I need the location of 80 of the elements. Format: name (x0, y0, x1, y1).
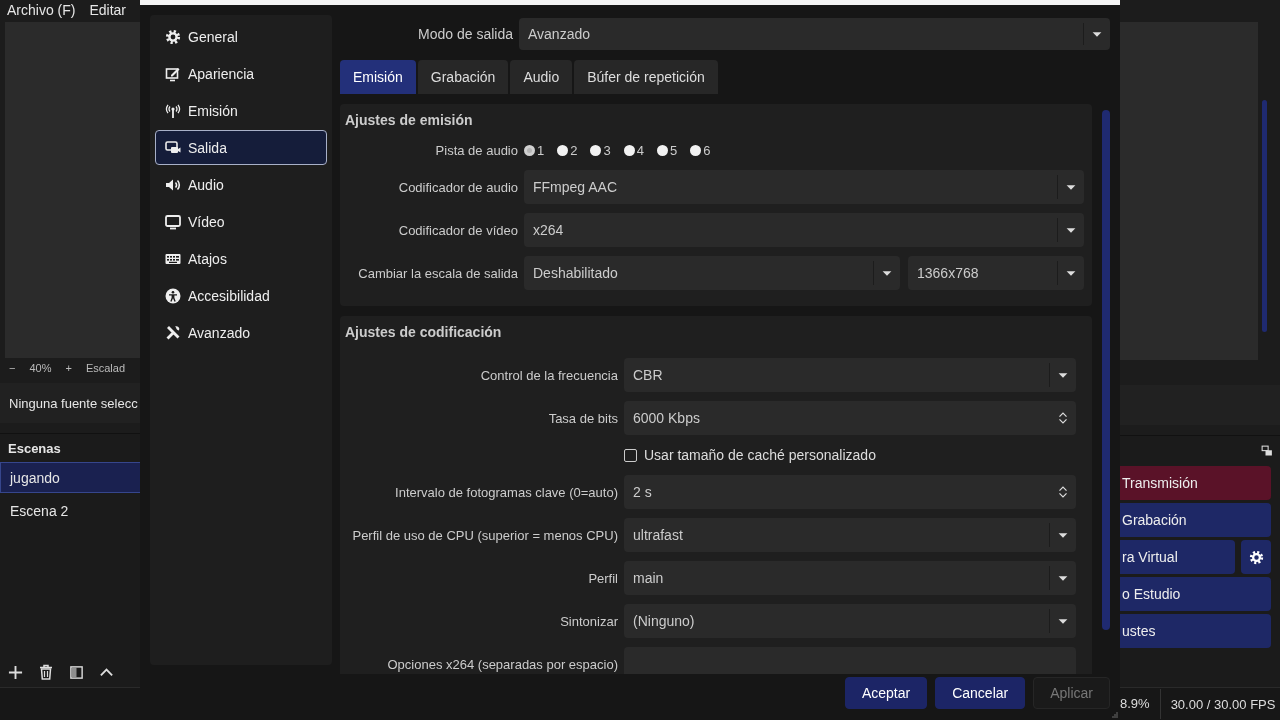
dropdown[interactable]: ultrafast (624, 518, 1076, 552)
dropdown[interactable]: CBR (624, 358, 1076, 392)
add-icon[interactable] (8, 664, 23, 680)
group-title: Ajustes de codificación (345, 323, 503, 342)
antenna-icon (165, 102, 181, 119)
radio-button[interactable]: 3 (590, 142, 611, 158)
radio-button[interactable]: 4 (623, 142, 644, 158)
sidebar-item[interactable]: Salida (155, 130, 327, 165)
trash-icon[interactable] (38, 664, 54, 680)
resize-grip-icon[interactable] (1110, 710, 1118, 718)
radio-button[interactable]: 2 (557, 142, 578, 158)
monitor-pen-icon (165, 65, 181, 82)
scene-item[interactable]: jugando (0, 462, 140, 493)
zoom-level: 40% (29, 362, 52, 374)
field-label: Sintonizar (559, 613, 619, 629)
cpu-usage: 8.9% (1120, 689, 1161, 719)
field-label: Cambiar la escala de salida (357, 265, 519, 281)
spin-box[interactable]: 6000 Kbps (624, 401, 1076, 435)
control-button[interactable]: Grabación (1120, 503, 1271, 537)
accessibility-icon (165, 287, 181, 304)
radio-button[interactable]: 1 (524, 142, 545, 158)
video-camera-icon (165, 139, 181, 156)
field-label: Modo de salida (417, 26, 514, 42)
sidebar-item[interactable]: Vídeo (155, 204, 327, 239)
filter-icon[interactable] (69, 664, 84, 680)
control-button[interactable]: Transmisión (1120, 466, 1271, 500)
dropdown[interactable]: 1366x768 (908, 256, 1084, 290)
checkbox[interactable]: Usar tamaño de caché personalizado (624, 447, 876, 463)
dialog-button[interactable]: Cancelar (935, 677, 1026, 709)
panel-title: Escenas (7, 440, 62, 458)
tab[interactable]: Búfer de repetición (574, 60, 718, 94)
undock-icon[interactable] (1261, 445, 1273, 457)
gear-icon (1248, 549, 1264, 565)
tab[interactable]: Audio (510, 60, 573, 94)
monitor-icon (165, 213, 181, 230)
dropdown[interactable]: (Ninguno) (624, 604, 1076, 638)
field-label: Opciones x264 (separadas por espacio) (386, 656, 619, 672)
menu-item[interactable]: Editar (89, 2, 127, 18)
tab[interactable]: Emisión (340, 60, 416, 94)
sidebar-item[interactable]: Atajos (155, 241, 327, 276)
spin-arrows-icon[interactable] (1056, 485, 1070, 499)
field-label: Perfil de uso de CPU (superior = menos CPU) (351, 527, 619, 543)
sidebar-item[interactable]: Audio (155, 167, 327, 202)
dropdown[interactable]: Deshabilitado (524, 256, 900, 290)
field-label: Perfil (587, 570, 619, 586)
radio-button[interactable]: 6 (690, 142, 711, 158)
field-label: Pista de audio (434, 142, 519, 158)
group-title: Ajustes de emisión (345, 111, 474, 130)
sidebar-item[interactable]: Emisión (155, 93, 327, 128)
sidebar-item[interactable]: Avanzado (155, 315, 327, 350)
spin-arrows-icon[interactable] (1056, 411, 1070, 425)
dropdown[interactable]: x264 (524, 213, 1084, 247)
control-button[interactable]: ra Virtual (1120, 540, 1235, 574)
dropdown[interactable]: main (624, 561, 1076, 595)
dialog-button[interactable]: Aceptar (844, 677, 928, 709)
control-button[interactable]: o Estudio (1120, 577, 1271, 611)
scaling-label: Escalad (85, 362, 126, 374)
sidebar-item[interactable]: General (155, 19, 327, 54)
spin-box[interactable]: 2 s (624, 475, 1076, 509)
field-label: Tasa de bits (547, 410, 619, 426)
zoom-out-button[interactable]: − (9, 362, 16, 374)
field-label: Intervalo de fotogramas clave (0=auto) (394, 484, 619, 500)
tools-icon (165, 324, 181, 341)
tab[interactable]: Grabación (417, 60, 509, 94)
field-label: Codificador de vídeo (397, 222, 519, 238)
dropdown[interactable]: FFmpeg AAC (524, 170, 1084, 204)
field-label: Control de la frecuencia (479, 367, 619, 383)
gear-icon (165, 28, 181, 45)
scene-item[interactable]: Escena 2 (0, 495, 140, 526)
source-info: Ninguna fuente selecc (0, 383, 140, 423)
settings-button[interactable] (1241, 540, 1271, 574)
fps-counter: 30.00 / 30.00 FPS (1169, 696, 1276, 712)
sidebar-item[interactable]: Accesibilidad (155, 278, 327, 313)
dropdown[interactable]: Avanzado (519, 18, 1110, 50)
menu-item[interactable]: Archivo (F) (7, 2, 76, 18)
radio-button[interactable]: 5 (656, 142, 678, 158)
zoom-in-button[interactable]: + (65, 362, 72, 374)
sidebar-item[interactable]: Apariencia (155, 56, 327, 91)
field-label: Codificador de audio (397, 179, 519, 195)
control-button[interactable]: ustes (1120, 614, 1271, 648)
